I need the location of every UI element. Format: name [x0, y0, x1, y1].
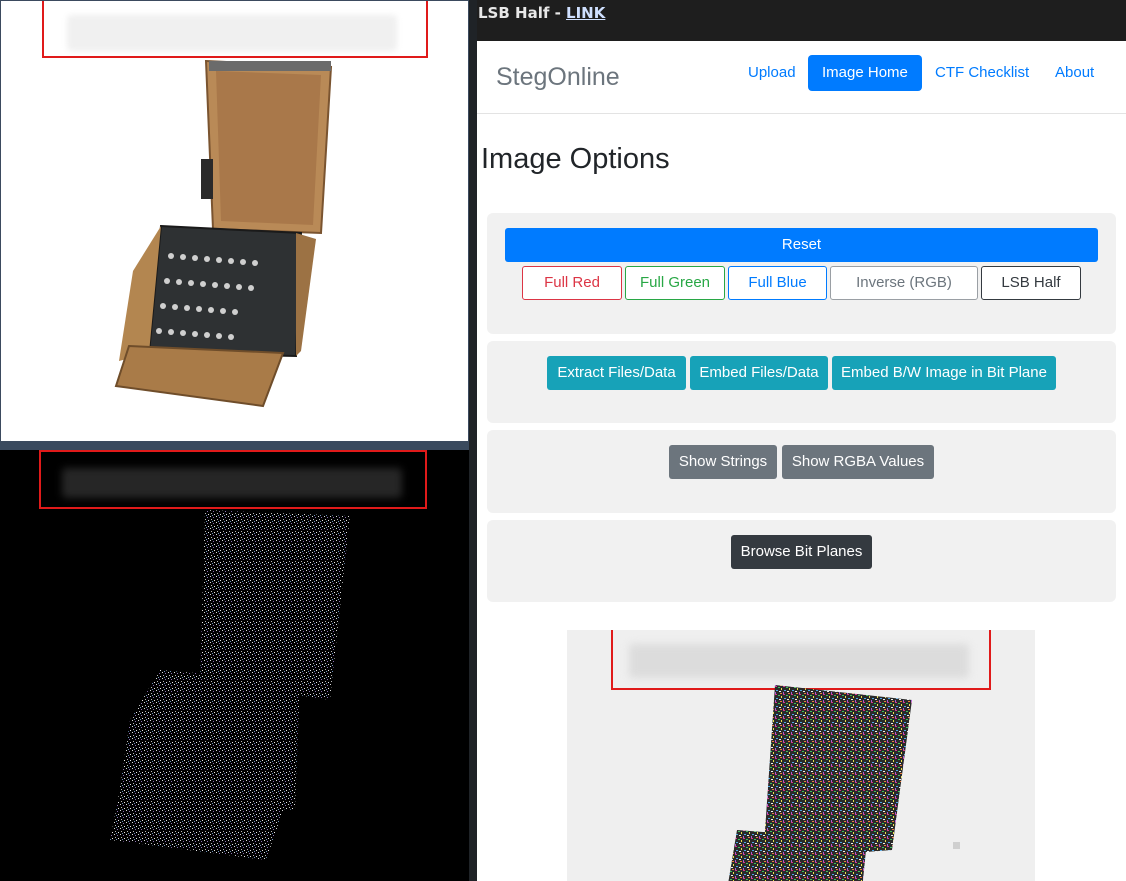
browse-bit-planes-button[interactable]: Browse Bit Planes: [731, 535, 872, 569]
inverse-rgb-button[interactable]: Inverse (RGB): [830, 266, 978, 300]
show-strings-button[interactable]: Show Strings: [669, 445, 777, 479]
page-title: Image Options: [481, 143, 670, 175]
embed-files-button[interactable]: Embed Files/Data: [690, 356, 828, 390]
title-link[interactable]: LINK: [566, 4, 605, 22]
window-titlebar: LSB Half - LINK: [477, 0, 1126, 41]
image-preview: [567, 630, 1035, 881]
navbar: StegOnline Upload Image Home CTF Checkli…: [477, 41, 1126, 114]
screenshot-root: LSB Half - LINK StegOnline Upload Image …: [0, 0, 1126, 881]
bit-planes-panel: Browse Bit Planes: [487, 520, 1116, 602]
full-green-button[interactable]: Full Green: [625, 266, 725, 300]
title-text: LSB Half -: [478, 4, 567, 22]
enigma-machine-image: [114, 59, 333, 408]
extract-files-button[interactable]: Extract Files/Data: [547, 356, 686, 390]
nav-upload[interactable]: Upload: [734, 55, 810, 91]
color-options-panel: Reset Full Red Full Green Full Blue Inve…: [487, 213, 1116, 334]
processed-image: [728, 685, 960, 881]
lsb-half-button[interactable]: LSB Half: [981, 266, 1081, 300]
full-blue-button[interactable]: Full Blue: [728, 266, 827, 300]
strings-rgba-panel: Show Strings Show RGBA Values: [487, 430, 1116, 513]
lsb-noise-image: [110, 510, 350, 860]
embed-bw-image-button[interactable]: Embed B/W Image in Bit Plane: [832, 356, 1056, 390]
nav-about[interactable]: About: [1041, 55, 1108, 91]
reset-button[interactable]: Reset: [505, 228, 1098, 262]
stegonline-app: StegOnline Upload Image Home CTF Checkli…: [477, 41, 1126, 881]
embed-extract-panel: Extract Files/Data Embed Files/Data Embe…: [487, 341, 1116, 423]
nav-ctf-checklist[interactable]: CTF Checklist: [921, 55, 1043, 91]
navbar-brand[interactable]: StegOnline: [496, 63, 620, 92]
nav-image-home[interactable]: Image Home: [808, 55, 922, 91]
original-image-panel: [0, 0, 469, 442]
lsb-result-panel: [0, 450, 469, 881]
panel-divider: [0, 442, 469, 450]
show-rgba-button[interactable]: Show RGBA Values: [782, 445, 934, 479]
full-red-button[interactable]: Full Red: [522, 266, 622, 300]
window-divider: [469, 0, 477, 881]
